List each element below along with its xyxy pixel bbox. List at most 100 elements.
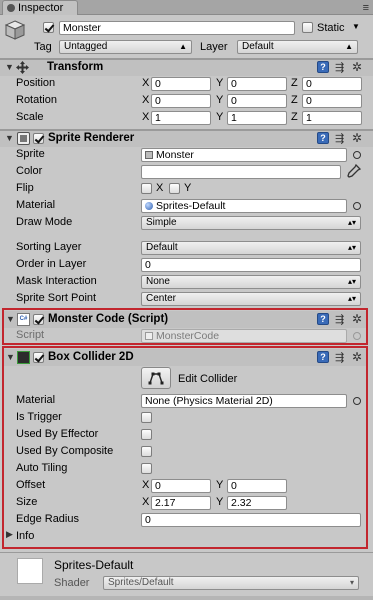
- rotation-label: Rotation: [16, 94, 57, 106]
- mask-interaction-dropdown[interactable]: None ▴▾: [141, 275, 361, 289]
- order-in-layer-input[interactable]: 0: [141, 258, 361, 272]
- color-label: Color: [16, 165, 43, 177]
- foldout-arrow-icon[interactable]: ▼: [5, 130, 14, 147]
- sprite-value: Monster: [156, 149, 194, 161]
- sorting-layer-label: Sorting Layer: [16, 241, 82, 253]
- static-checkbox[interactable]: [302, 22, 313, 33]
- transform-title: Transform: [47, 61, 104, 73]
- draw-mode-label: Draw Mode: [16, 216, 73, 228]
- auto-tiling-checkbox[interactable]: [141, 463, 152, 474]
- edit-collider-icon: [148, 372, 164, 385]
- sorting-layer-dropdown[interactable]: Default ▴▾: [141, 241, 361, 255]
- tab-inspector-label: Inspector: [18, 2, 64, 14]
- offset-y-input[interactable]: 0: [227, 479, 287, 493]
- position-y-input[interactable]: 0: [227, 77, 287, 91]
- menu-icon[interactable]: ≡: [363, 2, 369, 14]
- script-icon: C#: [17, 313, 30, 326]
- scale-y-input[interactable]: 1: [227, 111, 287, 125]
- size-x-input[interactable]: 2.17: [151, 496, 211, 510]
- used-by-effector-checkbox[interactable]: [141, 429, 152, 440]
- sprite-field[interactable]: Monster: [141, 148, 347, 162]
- mask-interaction-label: Mask Interaction: [16, 275, 97, 287]
- preset-icon[interactable]: ⇶: [335, 61, 344, 75]
- dropdown-arrow-icon: ▴▾: [347, 277, 356, 286]
- info-label[interactable]: Info: [16, 529, 34, 544]
- static-dropdown-arrow-icon[interactable]: ▼: [352, 22, 360, 31]
- monster-code-enabled-checkbox[interactable]: [33, 314, 44, 325]
- rotation-x-input[interactable]: 0: [151, 94, 211, 108]
- info-icon: [7, 4, 15, 12]
- box-collider-icon: [17, 351, 30, 364]
- layer-label: Layer: [200, 41, 228, 53]
- layer-dropdown[interactable]: Default ▲: [237, 40, 358, 54]
- help-icon[interactable]: ?: [317, 351, 329, 363]
- scale-x-input[interactable]: 1: [151, 111, 211, 125]
- edit-collider-button[interactable]: [141, 367, 171, 389]
- separator: [0, 552, 373, 553]
- dropdown-arrow-icon: ▾: [349, 578, 354, 587]
- eyedropper-icon[interactable]: [347, 163, 362, 178]
- used-by-composite-checkbox[interactable]: [141, 446, 152, 457]
- object-picker-icon[interactable]: [353, 202, 361, 210]
- sprite-sort-point-dropdown[interactable]: Center ▴▾: [141, 292, 361, 306]
- shader-dropdown[interactable]: Sprites/Default ▾: [103, 576, 359, 590]
- collider-material-label: Material: [16, 394, 56, 406]
- sprite-sort-point-label: Sprite Sort Point: [16, 292, 97, 304]
- offset-x-input[interactable]: 0: [151, 479, 211, 493]
- tag-value: Untagged: [64, 41, 108, 52]
- preset-icon[interactable]: ⇶: [335, 132, 344, 146]
- axis-x-label: X: [142, 94, 150, 106]
- position-x-input[interactable]: 0: [151, 77, 211, 91]
- object-picker-icon[interactable]: [353, 151, 361, 159]
- gear-icon[interactable]: ✲: [352, 60, 362, 74]
- flip-y-checkbox[interactable]: [169, 183, 180, 194]
- flip-x-checkbox[interactable]: [141, 183, 152, 194]
- help-icon[interactable]: ?: [317, 313, 329, 325]
- box-collider-enabled-checkbox[interactable]: [33, 352, 44, 363]
- is-trigger-checkbox[interactable]: [141, 412, 152, 423]
- axis-x-label: X: [142, 77, 150, 89]
- flip-label: Flip: [16, 182, 34, 194]
- draw-mode-value: Simple: [146, 217, 177, 228]
- axis-y-label: Y: [216, 111, 224, 123]
- gear-icon[interactable]: ✲: [352, 350, 362, 364]
- help-icon[interactable]: ?: [317, 132, 329, 144]
- mask-interaction-value: None: [146, 276, 170, 287]
- position-z-input[interactable]: 0: [302, 77, 362, 91]
- sprite-renderer-title: Sprite Renderer: [48, 132, 135, 144]
- gear-icon[interactable]: ✲: [352, 312, 362, 326]
- color-swatch[interactable]: [141, 165, 341, 179]
- scale-z-input[interactable]: 1: [302, 111, 362, 125]
- tag-dropdown[interactable]: Untagged ▲: [59, 40, 192, 54]
- static-label: Static: [317, 22, 345, 34]
- material-field[interactable]: Sprites-Default: [141, 199, 347, 213]
- shader-label: Shader: [54, 577, 90, 589]
- edit-collider-label: Edit Collider: [178, 373, 238, 385]
- preset-icon[interactable]: ⇶: [335, 351, 344, 365]
- flip-x-label: X: [156, 182, 164, 194]
- help-icon[interactable]: ?: [317, 61, 329, 73]
- active-checkbox[interactable]: [43, 22, 54, 33]
- foldout-arrow-icon[interactable]: ▼: [5, 59, 14, 76]
- gear-icon[interactable]: ✲: [352, 131, 362, 145]
- rotation-z-input[interactable]: 0: [302, 94, 362, 108]
- dropdown-arrow-icon: ▲: [179, 42, 187, 51]
- draw-mode-dropdown[interactable]: Simple ▴▾: [141, 216, 361, 230]
- size-y-input[interactable]: 2.32: [227, 496, 287, 510]
- scale-label: Scale: [16, 111, 44, 123]
- object-picker-icon[interactable]: [353, 397, 361, 405]
- material-value: Sprites-Default: [156, 200, 226, 212]
- foldout-arrow-icon[interactable]: ▼: [6, 349, 15, 366]
- object-name-input[interactable]: Monster: [59, 21, 295, 35]
- preset-icon[interactable]: ⇶: [335, 313, 344, 327]
- is-trigger-label: Is Trigger: [16, 411, 62, 423]
- sprite-renderer-enabled-checkbox[interactable]: [33, 133, 44, 144]
- rotation-y-input[interactable]: 0: [227, 94, 287, 108]
- tab-inspector[interactable]: Inspector: [2, 0, 78, 15]
- foldout-arrow-icon[interactable]: ▼: [6, 311, 15, 328]
- dropdown-arrow-icon: ▴▾: [347, 294, 356, 303]
- info-foldout-arrow-icon[interactable]: ▶: [6, 526, 13, 543]
- axis-y-label: Y: [216, 94, 224, 106]
- collider-material-field[interactable]: None (Physics Material 2D): [141, 394, 347, 408]
- edge-radius-input[interactable]: 0: [141, 513, 361, 527]
